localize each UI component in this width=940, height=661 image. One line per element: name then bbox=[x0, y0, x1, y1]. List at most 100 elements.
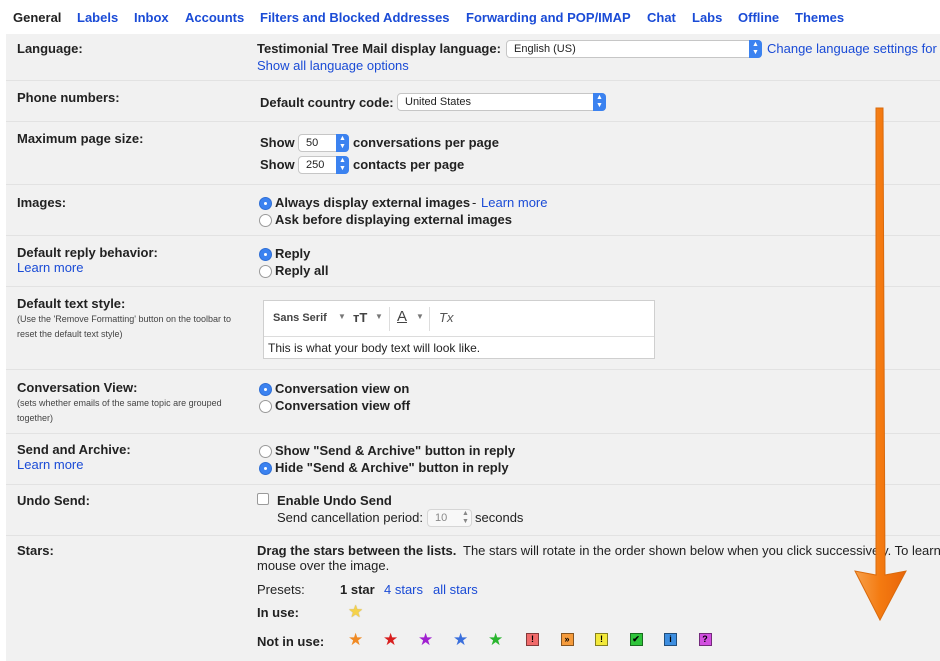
display-language-label: Testimonial Tree Mail display language: bbox=[257, 41, 501, 56]
language-select[interactable]: English (US) ▲ ▼ bbox=[506, 40, 762, 58]
reply-all-radio[interactable] bbox=[259, 265, 272, 278]
images-learn-more-link[interactable]: Learn more bbox=[481, 195, 547, 210]
blue-star-icon[interactable]: ★ bbox=[453, 631, 468, 648]
text-style-label: Default text style: bbox=[17, 296, 126, 311]
select-arrows-icon: ▲ ▼ bbox=[593, 93, 606, 111]
orange-guillemet-icon[interactable]: » bbox=[560, 633, 574, 646]
contacts-per-page-value: 250 bbox=[306, 159, 325, 171]
drag-stars-instruction: Drag the stars between the lists. bbox=[257, 543, 457, 558]
settings-tabs: General Labels Inbox Accounts Filters an… bbox=[0, 0, 940, 34]
tab-offline[interactable]: Offline bbox=[738, 10, 779, 25]
country-code-label: Default country code: bbox=[260, 95, 394, 110]
tab-general[interactable]: General bbox=[13, 10, 61, 25]
stars-mouse-note: mouse over the image. bbox=[257, 558, 390, 573]
send-archive-label: Send and Archive: bbox=[17, 442, 131, 457]
text-style-editor: Sans Serif ▼ тT ▼ A ▼ Tx This is what yo… bbox=[263, 300, 655, 359]
contacts-per-page-label: contacts per page bbox=[353, 157, 465, 172]
images-row bbox=[6, 185, 940, 236]
tab-filters[interactable]: Filters and Blocked Addresses bbox=[260, 10, 450, 25]
chevron-down-icon: ▼ bbox=[375, 312, 383, 321]
hide-send-archive-label: Hide "Send & Archive" button in reply bbox=[275, 460, 509, 475]
show-send-archive-label: Show "Send & Archive" button in reply bbox=[275, 443, 516, 458]
country-select-value: United States bbox=[405, 96, 472, 108]
tab-labs[interactable]: Labs bbox=[692, 10, 722, 25]
reply-learn-more-link[interactable]: Learn more bbox=[17, 260, 83, 275]
tab-inbox[interactable]: Inbox bbox=[134, 10, 169, 25]
tab-chat[interactable]: Chat bbox=[647, 10, 676, 25]
text-style-preview[interactable]: This is what your body text will look li… bbox=[268, 341, 480, 355]
ask-before-images-label: Ask before displaying external images bbox=[275, 212, 512, 227]
conversation-on-label: Conversation view on bbox=[275, 381, 410, 396]
show-label: Show bbox=[260, 135, 295, 150]
undo-send-row bbox=[6, 485, 940, 536]
page-size-row bbox=[6, 122, 940, 185]
red-bang-icon[interactable]: ! bbox=[526, 633, 539, 646]
not-in-use-label: Not in use: bbox=[257, 634, 325, 649]
show-all-languages-link[interactable]: Show all language options bbox=[257, 58, 409, 73]
tab-themes[interactable]: Themes bbox=[795, 10, 844, 25]
remove-formatting-button[interactable]: Tx bbox=[439, 310, 453, 325]
toolbar-divider bbox=[389, 307, 390, 331]
blue-info-icon[interactable]: i bbox=[664, 633, 677, 646]
language-label: Language: bbox=[17, 41, 83, 56]
hide-send-archive-radio[interactable] bbox=[259, 462, 272, 475]
phone-label: Phone numbers: bbox=[17, 90, 120, 105]
reply-label: Reply bbox=[275, 246, 311, 261]
tab-forwarding[interactable]: Forwarding and POP/IMAP bbox=[466, 10, 631, 25]
contacts-per-page-select[interactable]: 250 ▲ ▼ bbox=[298, 156, 349, 174]
purple-question-icon[interactable]: ? bbox=[698, 633, 712, 646]
yellow-bang-icon[interactable]: ! bbox=[595, 633, 608, 646]
conversation-view-label: Conversation View: bbox=[17, 380, 138, 395]
purple-star-icon[interactable]: ★ bbox=[418, 631, 433, 648]
green-star-icon[interactable]: ★ bbox=[488, 631, 503, 648]
tab-accounts[interactable]: Accounts bbox=[185, 10, 244, 25]
preset-one-star[interactable]: 1 star bbox=[340, 582, 375, 597]
reply-row bbox=[6, 236, 940, 287]
undo-send-label: Undo Send: bbox=[17, 493, 90, 508]
language-select-value: English (US) bbox=[514, 43, 576, 55]
change-language-link[interactable]: Change language settings for bbox=[767, 41, 937, 56]
reply-all-label: Reply all bbox=[275, 263, 329, 278]
always-display-images-label: Always display external images bbox=[275, 195, 471, 210]
show-send-archive-radio[interactable] bbox=[259, 445, 272, 458]
red-star-icon[interactable]: ★ bbox=[383, 631, 398, 648]
settings-panel: Language: Testimonial Tree Mail display … bbox=[6, 34, 940, 661]
preset-all-stars-link[interactable]: all stars bbox=[433, 582, 478, 597]
cancellation-period-label: Send cancellation period: bbox=[277, 510, 423, 525]
yellow-star-icon[interactable]: ★ bbox=[348, 603, 363, 620]
green-check-icon[interactable]: ✔ bbox=[629, 633, 643, 646]
cancellation-period-value: 10 bbox=[435, 512, 448, 524]
select-arrows-icon: ▲ ▼ bbox=[749, 40, 762, 58]
font-family-button[interactable]: Sans Serif bbox=[273, 312, 327, 324]
enable-undo-send-checkbox[interactable] bbox=[257, 493, 269, 505]
images-label: Images: bbox=[17, 195, 67, 210]
country-select[interactable]: United States ▲ ▼ bbox=[397, 93, 606, 111]
tab-labels[interactable]: Labels bbox=[77, 10, 118, 25]
send-archive-learn-more-link[interactable]: Learn more bbox=[17, 457, 83, 472]
preset-four-stars-link[interactable]: 4 stars bbox=[384, 582, 423, 597]
cancellation-period-select[interactable]: 10 ▲ ▼ bbox=[427, 509, 472, 527]
show-label: Show bbox=[260, 157, 295, 172]
chevron-down-icon: ▼ bbox=[338, 312, 346, 321]
conversation-off-radio[interactable] bbox=[259, 400, 272, 413]
conversation-off-label: Conversation view off bbox=[275, 398, 411, 413]
dash-separator: - bbox=[472, 195, 477, 210]
conversations-per-page-select[interactable]: 50 ▲ ▼ bbox=[298, 134, 349, 152]
always-display-images-radio[interactable] bbox=[259, 197, 272, 210]
text-style-note: (Use the 'Remove Formatting' button on t… bbox=[17, 314, 232, 339]
presets-label: Presets: bbox=[257, 582, 305, 597]
stars-label: Stars: bbox=[17, 543, 54, 558]
text-color-button[interactable]: A bbox=[397, 308, 407, 325]
font-size-button[interactable]: тT bbox=[353, 310, 367, 325]
toolbar-divider bbox=[429, 307, 430, 331]
conversations-per-page-label: conversations per page bbox=[353, 135, 499, 150]
stars-rotate-note: The stars will rotate in the order shown… bbox=[463, 543, 940, 558]
conversation-on-radio[interactable] bbox=[259, 383, 272, 396]
reply-radio[interactable] bbox=[259, 248, 272, 261]
orange-star-icon[interactable]: ★ bbox=[348, 631, 363, 648]
select-arrows-icon: ▲ ▼ bbox=[336, 156, 349, 174]
chevron-down-icon: ▼ bbox=[416, 312, 424, 321]
ask-before-images-radio[interactable] bbox=[259, 214, 272, 227]
seconds-label: seconds bbox=[475, 510, 524, 525]
select-arrows-icon: ▲ ▼ bbox=[462, 510, 469, 525]
